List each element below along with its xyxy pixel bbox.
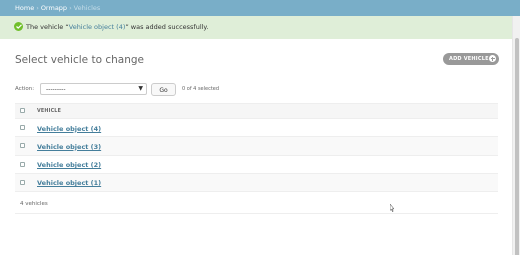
breadcrumb-current: Vehicles bbox=[73, 4, 101, 12]
go-button[interactable]: Go bbox=[151, 83, 176, 96]
table-row: Vehicle object (3) bbox=[15, 137, 498, 156]
vehicle-link[interactable]: Vehicle object (4) bbox=[37, 125, 101, 133]
vehicle-link[interactable]: Vehicle object (2) bbox=[37, 161, 101, 169]
results-table: VEHICLE Vehicle object (4) Vehicle objec… bbox=[15, 103, 498, 193]
dropdown-arrow-icon: ▼ bbox=[138, 85, 143, 92]
action-label: Action: bbox=[15, 86, 35, 92]
success-message: The vehicle “Vehicle object (4)” was add… bbox=[0, 16, 512, 39]
message-object-link[interactable]: Vehicle object (4) bbox=[69, 23, 126, 31]
action-select[interactable]: --------- ▼ bbox=[40, 83, 147, 95]
breadcrumb: Home › Ormapp › Vehicles bbox=[0, 0, 520, 16]
page-title: Select vehicle to change bbox=[15, 54, 144, 66]
mouse-cursor-icon bbox=[390, 204, 394, 212]
page: Home › Ormapp › Vehicles The vehicle “Vehicl… bbox=[0, 0, 520, 255]
column-header-vehicle[interactable]: VEHICLE bbox=[37, 109, 61, 114]
selection-counter: 0 of 4 selected bbox=[182, 86, 220, 92]
message-suffix: ” was added successfully. bbox=[125, 23, 209, 31]
table-body: Vehicle object (4) Vehicle object (3) Ve… bbox=[15, 119, 498, 193]
add-vehicle-button[interactable]: ADD VEHICLE bbox=[443, 53, 499, 65]
vehicle-link[interactable]: Vehicle object (1) bbox=[37, 179, 101, 187]
row-checkbox[interactable] bbox=[20, 125, 25, 130]
vehicle-link[interactable]: Vehicle object (3) bbox=[37, 143, 101, 151]
table-row: Vehicle object (1) bbox=[15, 173, 498, 193]
vertical-scrollbar[interactable] bbox=[512, 16, 520, 255]
add-vehicle-label: ADD VEHICLE bbox=[449, 56, 489, 62]
breadcrumb-separator: › bbox=[69, 4, 72, 12]
message-prefix: The vehicle “ bbox=[26, 23, 69, 31]
row-checkbox[interactable] bbox=[20, 161, 25, 167]
action-select-value: --------- bbox=[46, 86, 66, 93]
table-row: Vehicle object (2) bbox=[15, 155, 498, 174]
plus-icon bbox=[489, 55, 496, 62]
table-row: Vehicle object (4) bbox=[15, 119, 498, 138]
scrollbar-thumb[interactable] bbox=[515, 38, 519, 255]
breadcrumb-app-link[interactable]: Ormapp bbox=[41, 4, 67, 12]
actions-bar: Action: --------- ▼ Go 0 of 4 selected bbox=[15, 82, 315, 96]
result-count: 4 vehicles bbox=[15, 197, 498, 214]
breadcrumb-separator: › bbox=[36, 4, 39, 12]
row-checkbox[interactable] bbox=[20, 179, 25, 185]
row-checkbox[interactable] bbox=[20, 143, 25, 149]
breadcrumb-home-link[interactable]: Home bbox=[15, 4, 34, 12]
table-header: VEHICLE bbox=[15, 103, 498, 119]
check-circle-icon bbox=[14, 22, 23, 31]
result-count-text: 4 vehicles bbox=[20, 201, 48, 207]
select-all-checkbox[interactable] bbox=[20, 108, 25, 113]
